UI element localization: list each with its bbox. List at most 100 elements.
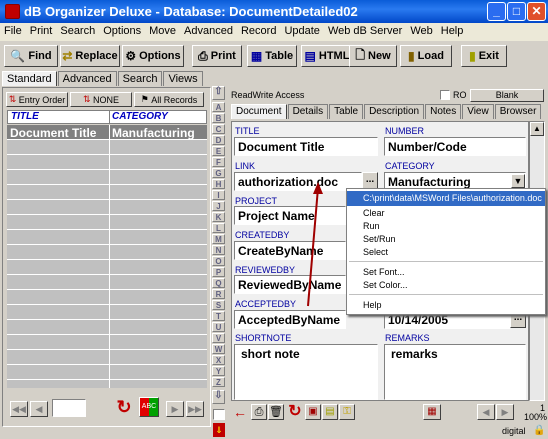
alpha-c[interactable]: C <box>212 124 225 134</box>
tab-description[interactable]: Description <box>364 104 425 119</box>
table-row[interactable] <box>7 215 207 230</box>
down-arrow-icon[interactable]: ⇓ <box>213 423 225 437</box>
refresh-icon[interactable]: ↻ <box>286 403 304 421</box>
alpha-e[interactable]: E <box>212 146 225 156</box>
find-button[interactable]: 🔍 Find <box>4 45 58 67</box>
back-arrow-icon[interactable]: ← <box>233 404 249 420</box>
alpha-r[interactable]: R <box>212 289 225 299</box>
alpha-q[interactable]: Q <box>212 278 225 288</box>
table-row[interactable] <box>7 170 207 185</box>
menu-search[interactable]: Search <box>56 23 99 37</box>
table-row[interactable] <box>7 260 207 275</box>
copy-record-icon[interactable]: ▣ <box>305 404 321 420</box>
refresh-icon[interactable]: ↻ <box>114 397 134 417</box>
table-row[interactable] <box>7 200 207 215</box>
tab-details[interactable]: Details <box>287 104 329 119</box>
trash-icon[interactable]: 🗑 <box>268 404 284 420</box>
alpha-o[interactable]: O <box>212 256 225 266</box>
scroll-down-icon[interactable]: ⇩ <box>212 390 225 404</box>
table-row[interactable] <box>7 305 207 320</box>
tab-search[interactable]: Search <box>117 71 163 86</box>
table-row[interactable] <box>7 320 207 335</box>
link-field[interactable]: authorization.doc <box>234 172 362 191</box>
alpha-s[interactable]: S <box>212 300 225 310</box>
menu-web[interactable]: Web <box>406 23 436 37</box>
options-button[interactable]: ⚙ Options <box>122 45 184 67</box>
paste-record-icon[interactable]: ▤ <box>322 404 338 420</box>
column-header-title[interactable]: TITLE <box>11 111 39 122</box>
last-record-button[interactable]: ▶▶ <box>186 401 204 417</box>
blank-button[interactable]: Blank <box>470 89 544 102</box>
tab-standard[interactable]: Standard <box>2 71 57 86</box>
shortnote-field[interactable]: short note <box>234 344 378 400</box>
table-row[interactable] <box>7 335 207 350</box>
alpha-z[interactable]: Z <box>212 377 225 387</box>
html-button[interactable]: ▤ HTML <box>301 45 353 67</box>
tab-document[interactable]: Document <box>231 104 287 119</box>
abc-sort-icon[interactable]: ABC <box>139 397 159 417</box>
alpha-v[interactable]: V <box>212 333 225 343</box>
index-checkbox[interactable] <box>213 409 225 420</box>
alpha-m[interactable]: M <box>212 234 225 244</box>
first-record-button[interactable]: ◀◀ <box>10 401 28 417</box>
table-button[interactable]: ▦ Table <box>247 45 297 67</box>
all-records-button[interactable]: ⚑ All Records <box>134 92 204 107</box>
replace-button[interactable]: ⇄ Replace <box>60 45 120 67</box>
alpha-x[interactable]: X <box>212 355 225 365</box>
tab-views[interactable]: Views <box>163 71 203 86</box>
alpha-u[interactable]: U <box>212 322 225 332</box>
next-page-button[interactable]: ▶ <box>496 404 514 420</box>
menu-item-set-color[interactable]: Set Color... <box>347 278 545 293</box>
alpha-w[interactable]: W <box>212 344 225 354</box>
alpha-g[interactable]: G <box>212 168 225 178</box>
menu-print[interactable]: Print <box>26 23 57 37</box>
prev-page-button[interactable]: ◀ <box>477 404 495 420</box>
alpha-y[interactable]: Y <box>212 366 225 376</box>
new-button[interactable]: 🗋 New <box>349 45 397 67</box>
sort-entry-order-button[interactable]: ⇅ Entry Order <box>6 92 68 107</box>
table-row[interactable]: Document Title Manufacturing <box>7 125 207 140</box>
load-button[interactable]: ▮ Load <box>400 45 452 67</box>
menu-item-help[interactable]: Help <box>347 298 545 313</box>
table-row[interactable] <box>7 290 207 305</box>
prev-record-button[interactable]: ◀ <box>30 401 48 417</box>
alpha-p[interactable]: P <box>212 267 225 277</box>
alpha-f[interactable]: F <box>212 157 225 167</box>
alpha-n[interactable]: N <box>212 245 225 255</box>
table-row[interactable] <box>7 350 207 365</box>
sort-none-button[interactable]: ⇅ NONE <box>70 92 132 107</box>
menu-move[interactable]: Move <box>145 23 180 37</box>
alpha-k[interactable]: K <box>212 212 225 222</box>
tab-table[interactable]: Table <box>329 104 364 119</box>
acceptedby-field[interactable]: AcceptedByName <box>234 310 346 329</box>
menu-update[interactable]: Update <box>280 23 323 37</box>
number-field[interactable]: Number/Code <box>384 137 526 156</box>
table-row[interactable] <box>7 155 207 170</box>
next-record-button[interactable]: ▶ <box>166 401 184 417</box>
chevron-down-icon[interactable]: ▼ <box>511 174 525 188</box>
table-row[interactable] <box>7 230 207 245</box>
minimize-button[interactable]: _ <box>487 2 506 21</box>
save-record-icon[interactable]: ▦ <box>423 404 441 420</box>
menu-file[interactable]: File <box>0 23 26 37</box>
tab-view[interactable]: View <box>462 104 494 119</box>
print-button[interactable]: ⎙ Print <box>192 45 242 67</box>
alpha-i[interactable]: I <box>212 190 225 200</box>
close-button[interactable]: ✕ <box>527 2 546 21</box>
tab-advanced[interactable]: Advanced <box>57 71 117 86</box>
menu-record[interactable]: Record <box>237 23 280 37</box>
alpha-a[interactable]: A <box>212 102 225 112</box>
column-header-category[interactable]: CATEGORY <box>112 111 168 122</box>
alpha-j[interactable]: J <box>212 201 225 211</box>
menu-web-db-server[interactable]: Web dB Server <box>324 23 406 37</box>
alpha-l[interactable]: L <box>212 223 225 233</box>
table-row[interactable] <box>7 365 207 380</box>
alpha-b[interactable]: B <box>212 113 225 123</box>
menu-advanced[interactable]: Advanced <box>180 23 237 37</box>
menu-item-select[interactable]: Select <box>347 245 545 260</box>
exit-button[interactable]: ▮ Exit <box>461 45 507 67</box>
remarks-field[interactable]: remarks <box>384 344 526 400</box>
ro-checkbox[interactable] <box>440 90 450 100</box>
key-icon[interactable]: ⚿ <box>339 404 355 420</box>
table-row[interactable] <box>7 275 207 290</box>
